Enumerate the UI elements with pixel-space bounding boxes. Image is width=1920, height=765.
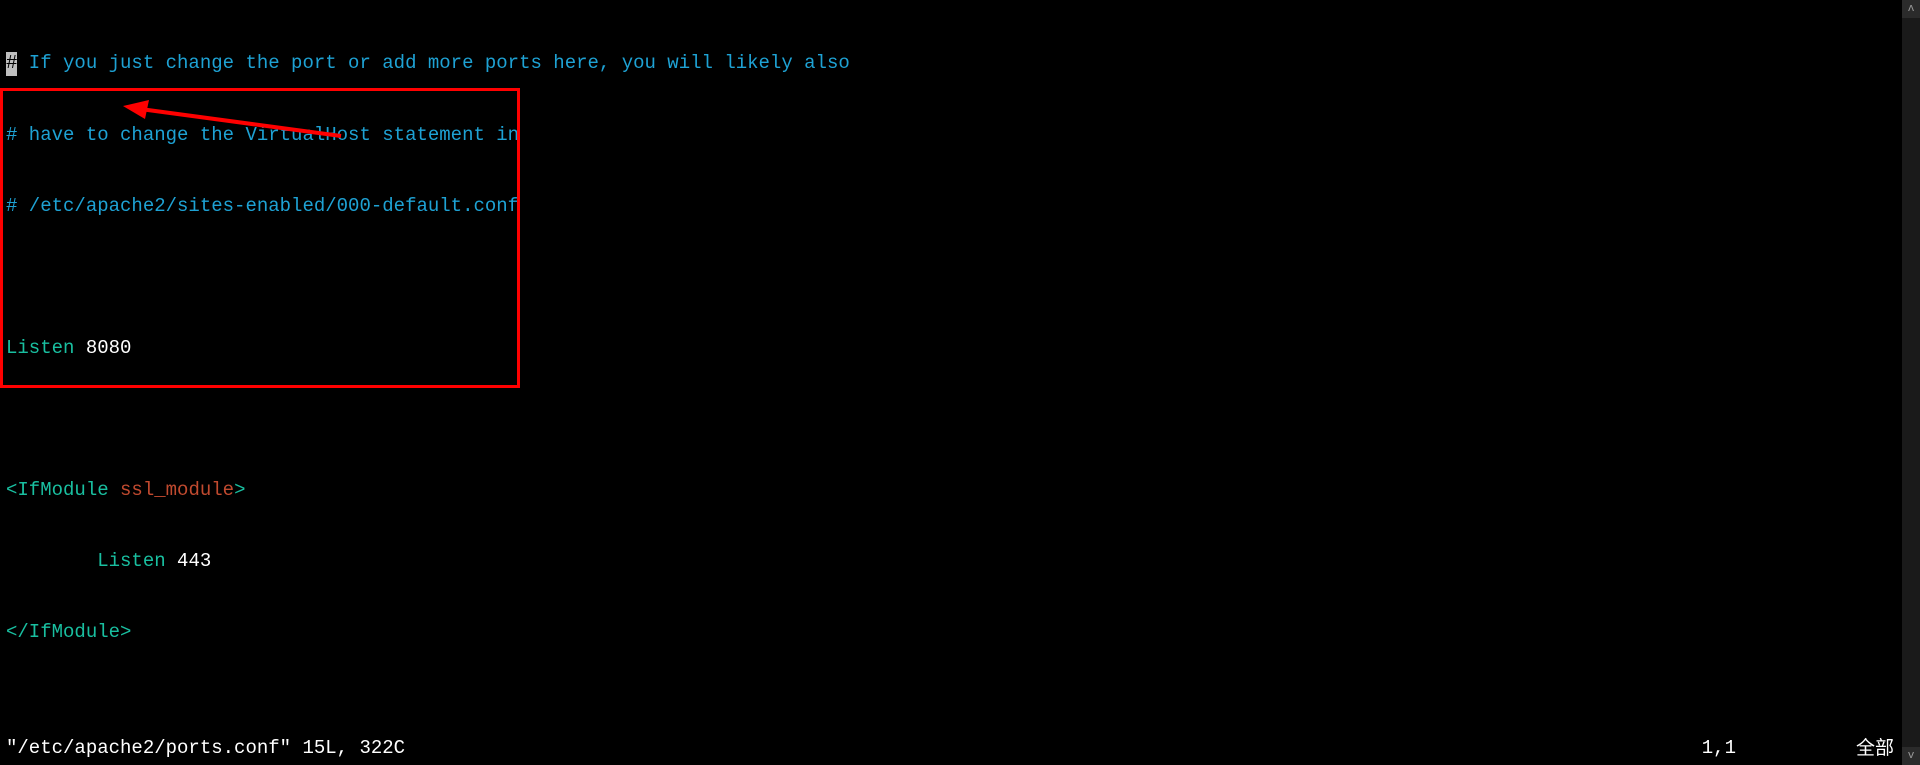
comment-text: have to change the VirtualHost statement… [17,124,519,146]
comment-hash: # [6,195,17,217]
code-line: <IfModule ssl_module> [6,479,1920,503]
tag-open-angle: < [6,479,17,501]
scroll-up-arrow-icon[interactable]: ʌ [1902,0,1920,18]
tag-close-angle: > [234,479,245,501]
code-line: </IfModule> [6,621,1920,645]
code-line: # have to change the VirtualHost stateme… [6,124,1920,148]
comment-text: /etc/apache2/sites-enabled/000-default.c… [17,195,519,217]
listen-port: 8080 [86,337,132,359]
vim-status-bar: "/etc/apache2/ports.conf" 15L, 322C 1,1 … [6,737,1920,761]
cursor: # [6,52,17,76]
comment-hash: # [6,124,17,146]
status-scope: 全部 [1856,737,1894,761]
blank-line [6,692,1920,716]
code-line: # /etc/apache2/sites-enabled/000-default… [6,195,1920,219]
module-name: ssl_module [120,479,234,501]
ifmodule-tag: IfModule [17,479,108,501]
ifmodule-close-tag: </IfModule> [6,621,131,643]
vertical-scrollbar[interactable]: ʌ v [1902,0,1920,765]
listen-port: 443 [177,550,211,572]
code-line: Listen 443 [6,550,1920,574]
status-file-info: "/etc/apache2/ports.conf" 15L, 322C [6,737,405,761]
listen-directive: Listen [6,337,74,359]
blank-line [6,408,1920,432]
scroll-down-arrow-icon[interactable]: v [1902,747,1920,765]
comment-text: If you just change the port or add more … [17,52,849,74]
blank-line [6,266,1920,290]
vim-editor-buffer[interactable]: # If you just change the port or add mor… [0,0,1920,765]
listen-directive: Listen [97,550,165,572]
status-cursor-position: 1,1 [1702,737,1736,761]
code-line: Listen 8080 [6,337,1920,361]
code-line: # If you just change the port or add mor… [6,52,1920,76]
